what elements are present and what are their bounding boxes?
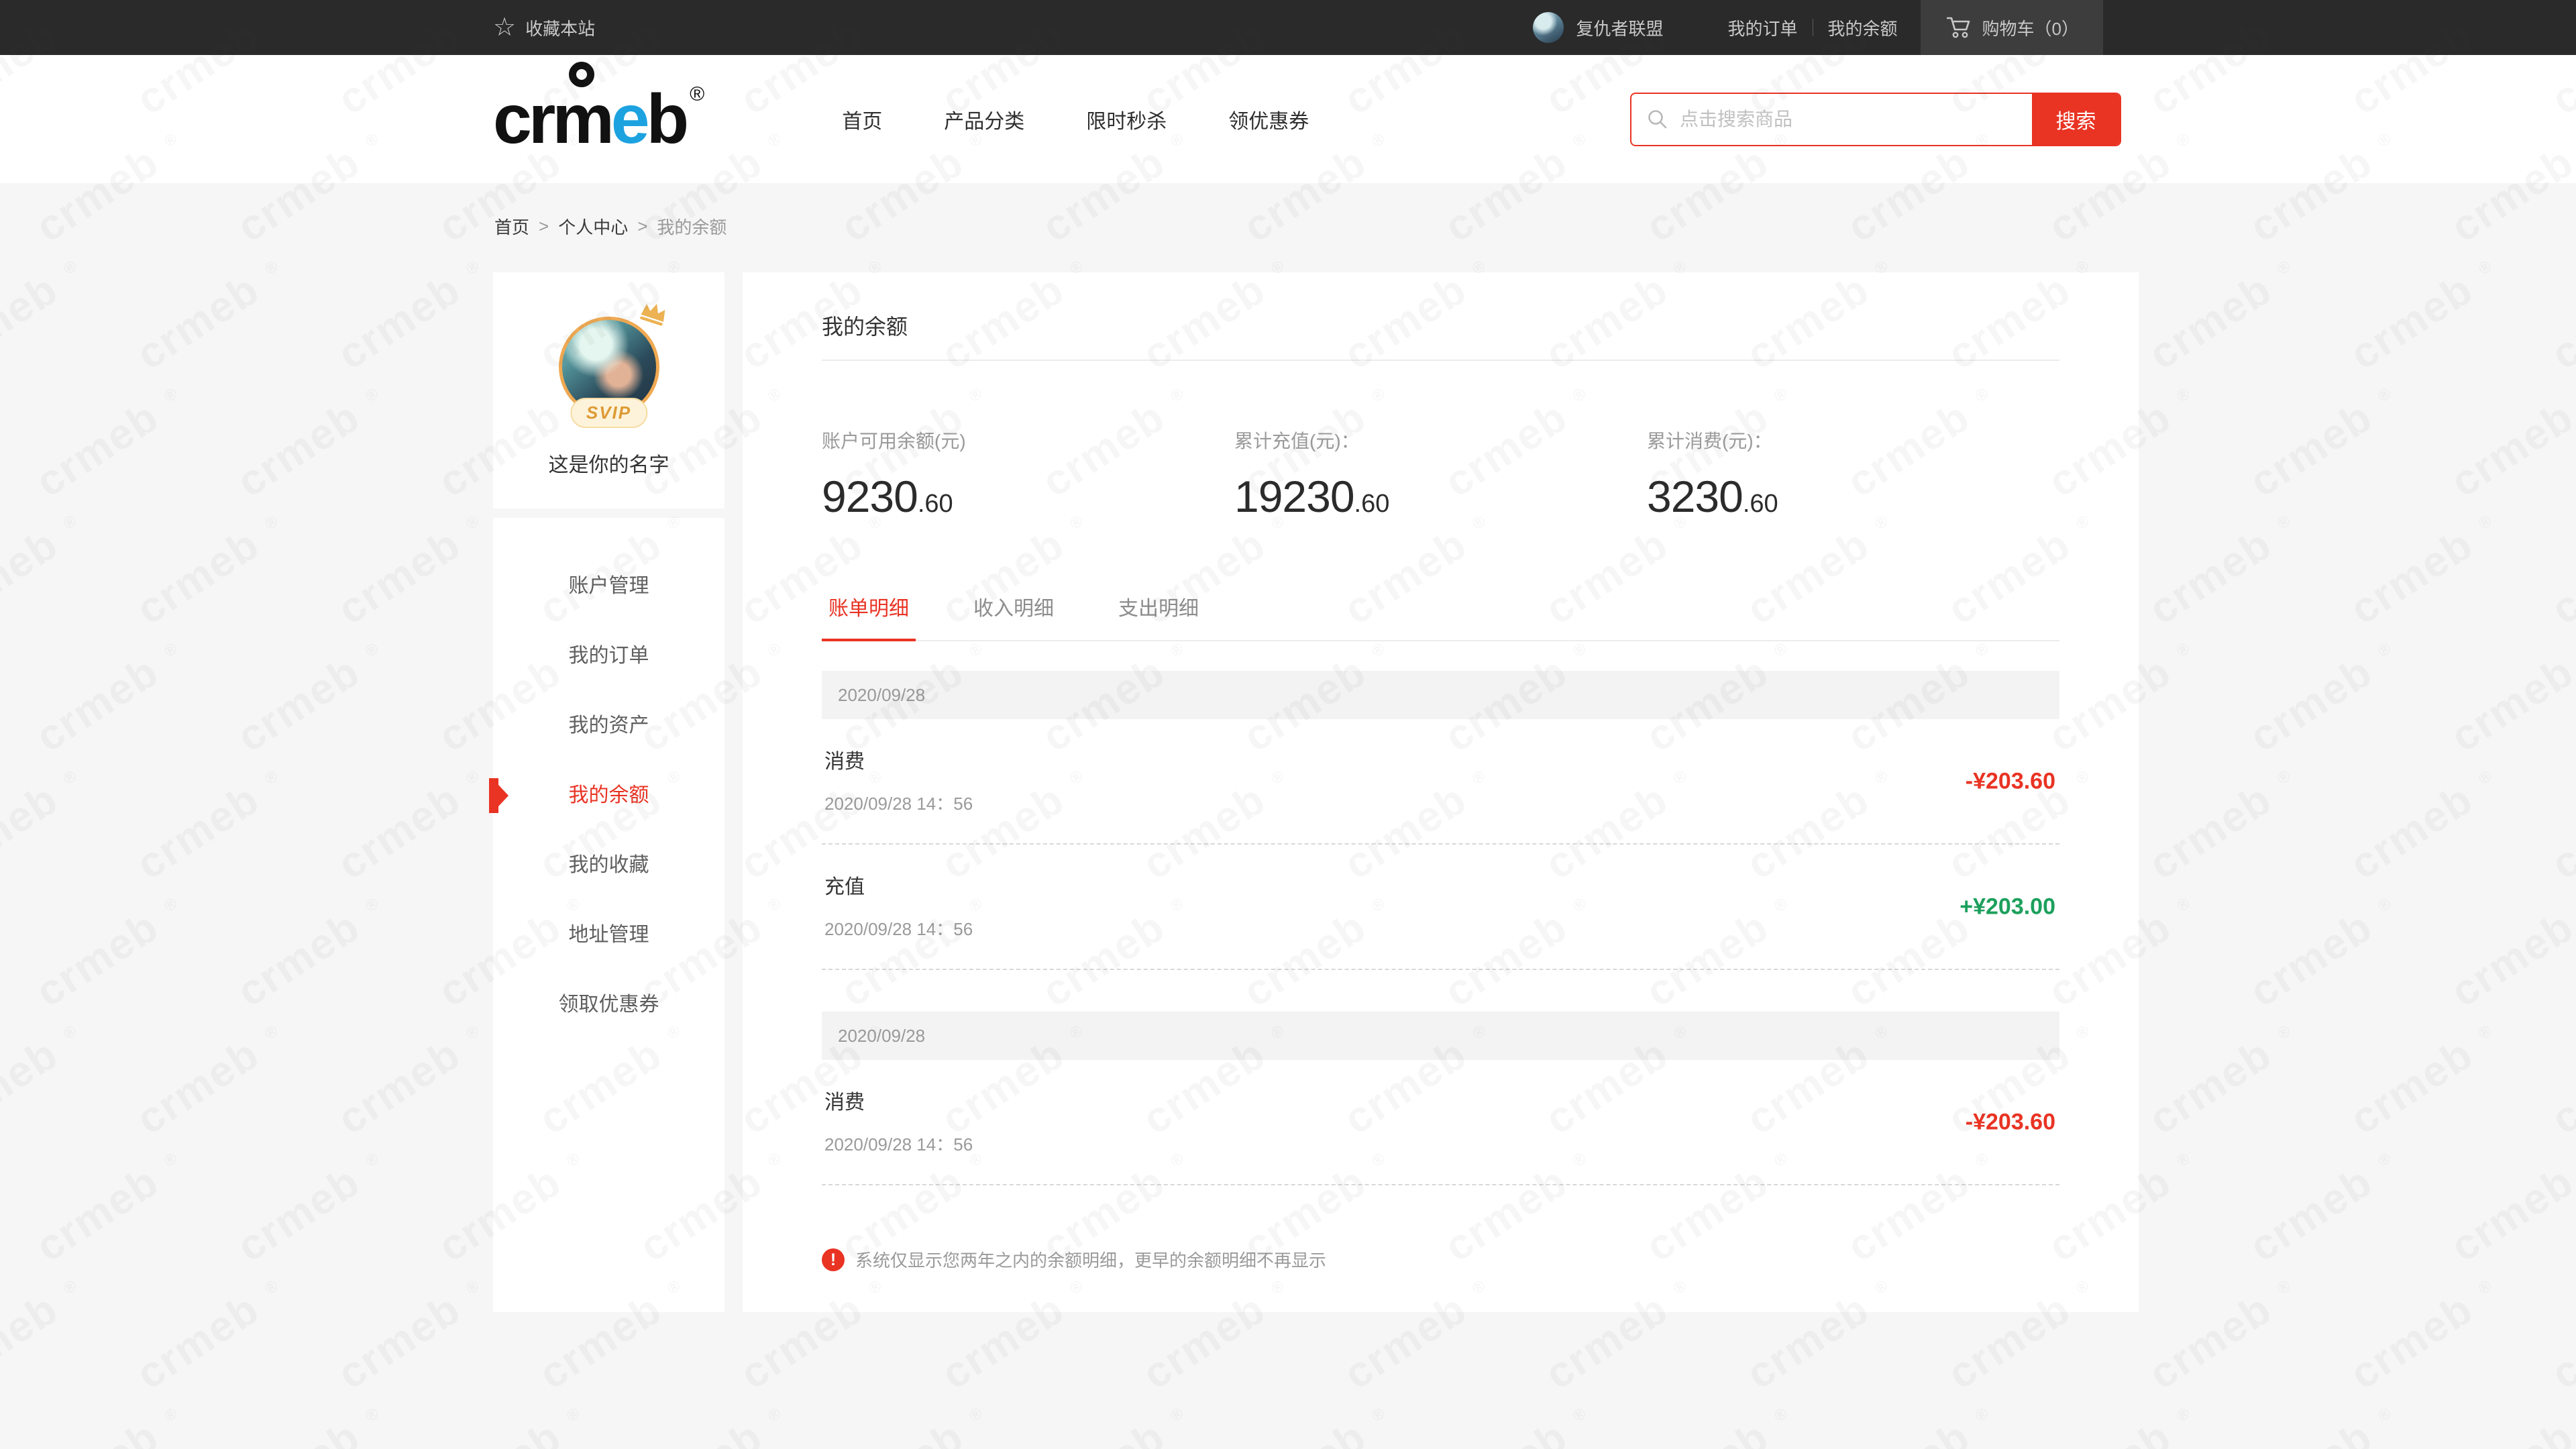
sidebar-item-orders[interactable]: 我的订单 (493, 621, 724, 691)
topbar-my-orders-link[interactable]: 我的订单 (1728, 15, 1798, 40)
nav-home[interactable]: 首页 (842, 105, 882, 134)
nav-categories[interactable]: 产品分类 (944, 105, 1024, 134)
search-input[interactable] (1669, 94, 2032, 145)
bill-type: 消费 (824, 1085, 2057, 1115)
bill-tabs: 账单明细 收入明细 支出明细 (822, 592, 2059, 641)
stat-total-consumption: 累计消费(元)： 3230.60 (1647, 427, 2059, 522)
bill-type: 充值 (824, 870, 2057, 900)
sidebar: SVIP 这是你的名字 账户管理 我的订单 我的资产 我的余额 我的收藏 地址管… (493, 272, 724, 1312)
bill-amount: -¥203.60 (1966, 768, 2055, 794)
active-item-marker (489, 778, 509, 813)
bill-amount: -¥203.60 (1966, 1109, 2055, 1135)
main-nav: 首页 产品分类 限时秒杀 领优惠券 (842, 105, 1371, 134)
stat-available-balance: 账户可用余额(元) 9230.60 (822, 427, 1234, 522)
sidebar-item-balance-label: 我的余额 (569, 784, 649, 806)
sidebar-item-coupons[interactable]: 领取优惠券 (493, 970, 724, 1040)
stat-label: 账户可用余额(元) (822, 427, 1234, 453)
topbar-right: 复仇者联盟 我的订单 我的余额 购物车（0） (1533, 0, 2103, 55)
user-avatar-small[interactable] (1533, 12, 1564, 43)
bill-date-header: 2020/09/28 (822, 671, 2059, 719)
sidebar-item-assets[interactable]: 我的资产 (493, 691, 724, 761)
nav-coupons[interactable]: 领优惠券 (1228, 105, 1309, 134)
stat-label: 累计充值(元)： (1234, 427, 1647, 453)
search-button[interactable]: 搜索 (2032, 94, 2120, 145)
search-icon (1646, 108, 1669, 131)
stat-label: 累计消费(元)： (1647, 427, 2059, 453)
favorite-site-label: 收藏本站 (525, 15, 595, 40)
site-logo[interactable]: crmeb ® (493, 85, 704, 154)
logo-registered-mark: ® (690, 83, 704, 106)
breadcrumb: 首页 > 个人中心 > 我的余额 (0, 183, 2576, 239)
bill-row: 消费 2020/09/28 14：56 -¥203.60 (822, 1060, 2059, 1185)
sidebar-divider (493, 508, 724, 518)
tab-income-details[interactable]: 收入明细 (967, 592, 1061, 640)
logo-text: crmeb (493, 85, 686, 154)
balance-panel: 我的余额 账户可用余额(元) 9230.60 累计充值(元)： 19230.60… (743, 272, 2139, 1312)
stat-value: 3230.60 (1647, 471, 2059, 522)
bill-row: 充值 2020/09/28 14：56 +¥203.00 (822, 845, 2059, 970)
avatar-wrap: SVIP (559, 317, 659, 417)
profile-block: SVIP 这是你的名字 (493, 272, 724, 478)
breadcrumb-home[interactable]: 首页 (494, 214, 529, 239)
bill-time: 2020/09/28 14：56 (824, 916, 2057, 941)
sidebar-item-balance[interactable]: 我的余额 (493, 761, 724, 830)
breadcrumb-current: 我的余额 (657, 214, 727, 239)
topbar-my-balance-link[interactable]: 我的余额 (1828, 15, 1898, 40)
nav-flash-sale[interactable]: 限时秒杀 (1086, 105, 1167, 134)
content: SVIP 这是你的名字 账户管理 我的订单 我的资产 我的余额 我的收藏 地址管… (493, 272, 2123, 1312)
balance-stats: 账户可用余额(元) 9230.60 累计充值(元)： 19230.60 累计消费… (822, 427, 2059, 522)
bill-row: 消费 2020/09/28 14：56 -¥203.60 (822, 719, 2059, 845)
bill-time: 2020/09/28 14：56 (824, 790, 2057, 815)
sidebar-item-account[interactable]: 账户管理 (493, 551, 724, 621)
breadcrumb-separator: > (637, 216, 647, 237)
bill-date-header: 2020/09/28 (822, 1012, 2059, 1060)
breadcrumb-separator: > (539, 216, 549, 237)
search-field (1631, 94, 2032, 145)
favorite-site-link[interactable]: ☆ 收藏本站 (493, 15, 595, 40)
svip-badge: SVIP (570, 398, 647, 428)
star-icon: ☆ (493, 15, 516, 40)
sidebar-menu: 账户管理 我的订单 我的资产 我的余额 我的收藏 地址管理 领取优惠券 (493, 518, 724, 1040)
bill-time: 2020/09/28 14：56 (824, 1131, 2057, 1156)
cart-label: 购物车（0） (1982, 15, 2079, 40)
history-notice: ! 系统仅显示您两年之内的余额明细，更早的余额明细不再显示 (822, 1247, 2059, 1272)
search-bar: 搜索 (1630, 93, 2121, 146)
profile-username: 这是你的名字 (493, 448, 724, 478)
bill-type: 消费 (824, 745, 2057, 774)
bill-group: 2020/09/28 消费 2020/09/28 14：56 -¥203.60 … (822, 671, 2059, 970)
crown-icon (636, 297, 672, 329)
sidebar-item-addresses[interactable]: 地址管理 (493, 900, 724, 970)
header: crmeb ® 首页 产品分类 限时秒杀 领优惠券 搜索 (0, 55, 2576, 183)
history-notice-text: 系统仅显示您两年之内的余额明细，更早的余额明细不再显示 (855, 1247, 1326, 1272)
stat-value: 9230.60 (822, 471, 1234, 522)
sidebar-item-favorites[interactable]: 我的收藏 (493, 830, 724, 900)
tab-bill-details[interactable]: 账单明细 (822, 592, 916, 641)
breadcrumb-user-center[interactable]: 个人中心 (558, 214, 628, 239)
bill-group: 2020/09/28 消费 2020/09/28 14：56 -¥203.60 (822, 1012, 2059, 1185)
topbar-username[interactable]: 复仇者联盟 (1576, 15, 1663, 40)
page-title: 我的余额 (822, 272, 2059, 361)
stat-total-recharge: 累计充值(元)： 19230.60 (1234, 427, 1647, 522)
topbar: ☆ 收藏本站 复仇者联盟 我的订单 我的余额 购物车（0） (0, 0, 2576, 55)
stat-value: 19230.60 (1234, 471, 1647, 522)
cart-button[interactable]: 购物车（0） (1921, 0, 2103, 55)
bill-amount: +¥203.00 (1960, 894, 2055, 920)
alert-icon: ! (822, 1248, 845, 1271)
cart-icon (1945, 15, 1972, 40)
tab-expense-details[interactable]: 支出明细 (1112, 592, 1205, 640)
